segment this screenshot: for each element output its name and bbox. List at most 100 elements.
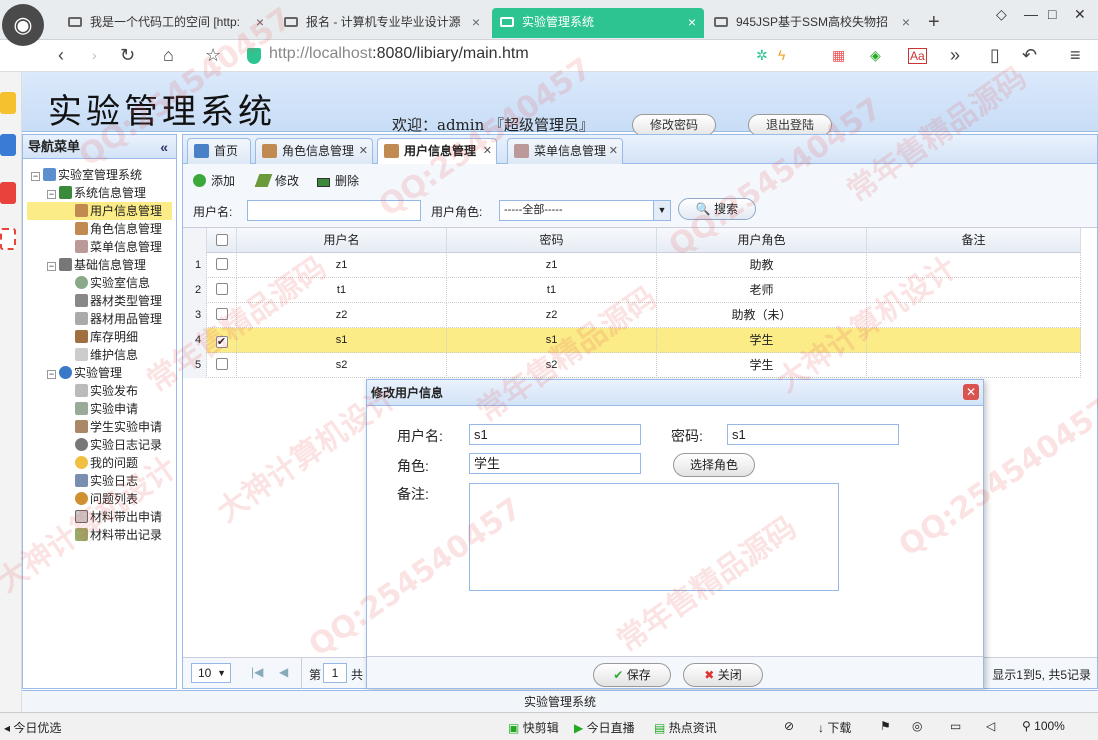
flag-icon[interactable]: ⚑: [880, 719, 891, 733]
dialog-username-input[interactable]: s1: [469, 424, 641, 445]
row-checkbox[interactable]: ✔: [215, 336, 228, 348]
page-size-select[interactable]: 10 ▼: [191, 663, 231, 683]
chevron-down-icon[interactable]: ▼: [653, 201, 670, 220]
volume-icon[interactable]: ◁: [986, 719, 995, 733]
back-icon[interactable]: ‹: [58, 44, 64, 66]
delete-button[interactable]: 删除: [317, 172, 359, 190]
close-icon[interactable]: ✕: [483, 139, 492, 163]
status-item-clip[interactable]: ▣ 快剪辑: [508, 719, 559, 736]
nav-item-user-management[interactable]: 用户信息管理: [27, 202, 172, 220]
status-item-download[interactable]: ↓ 下载: [818, 719, 851, 736]
close-icon[interactable]: ✕: [359, 139, 368, 163]
news-icon[interactable]: [0, 134, 16, 156]
save-button[interactable]: ✔ 保存: [593, 663, 671, 687]
edit-button[interactable]: 修改: [254, 172, 299, 190]
row-checkbox[interactable]: [215, 308, 228, 320]
table-row[interactable]: 1 z1 z1 助教: [183, 253, 1081, 278]
close-button[interactable]: ✖ 关闭: [683, 663, 763, 687]
nav-item-experiment-log[interactable]: 实验日志: [75, 472, 138, 490]
collapse-toggle-icon[interactable]: −: [31, 172, 40, 181]
favorites-icon[interactable]: [0, 92, 16, 114]
window-close-button[interactable]: ✕: [1074, 6, 1086, 23]
column-header-password[interactable]: 密码: [447, 228, 657, 253]
browser-mode-icon[interactable]: ◎: [912, 719, 922, 733]
choose-role-button[interactable]: 选择角色: [673, 453, 755, 477]
logout-button[interactable]: 退出登陆: [748, 114, 832, 136]
undo-icon[interactable]: ↶: [1022, 44, 1037, 66]
close-icon[interactable]: ×: [256, 8, 264, 36]
column-header-role[interactable]: 用户角色: [657, 228, 867, 253]
browser-tab-1[interactable]: 我是一个代码工的空间 [http: ×: [60, 8, 272, 38]
dialog-note-textarea[interactable]: [469, 483, 839, 591]
change-password-button[interactable]: 修改密码: [632, 114, 716, 136]
dialog-role-input[interactable]: 学生: [469, 453, 641, 474]
row-checkbox[interactable]: [215, 283, 228, 295]
lightning-icon[interactable]: ϟ: [778, 44, 785, 66]
first-page-icon[interactable]: |◀: [251, 665, 263, 679]
collapse-icon[interactable]: «: [160, 135, 168, 159]
tree-group-experiment[interactable]: − 实验管理: [47, 364, 122, 382]
username-search-input[interactable]: [247, 200, 421, 221]
tree-root[interactable]: − 实验室管理系统: [31, 166, 142, 184]
phone-icon[interactable]: ▯: [990, 44, 1000, 66]
prev-page-icon[interactable]: ◀: [279, 665, 288, 679]
table-row[interactable]: 2 t1 t1 老师: [183, 278, 1081, 303]
search-button[interactable]: 🔍 搜索: [678, 198, 756, 220]
zoom-level[interactable]: ⚲ 100%: [1022, 719, 1065, 733]
new-tab-button[interactable]: +: [928, 8, 940, 36]
mail-icon[interactable]: [0, 228, 16, 250]
skin-icon[interactable]: ◇: [996, 6, 1007, 23]
dialog-close-icon[interactable]: ✕: [963, 384, 979, 400]
nav-item-lab-info[interactable]: 实验室信息: [75, 274, 150, 292]
close-icon[interactable]: ×: [688, 8, 696, 36]
row-checkbox[interactable]: [215, 358, 228, 370]
nav-item-material-out-apply[interactable]: 材料带出申请: [75, 508, 162, 526]
minimize-button[interactable]: —: [1024, 6, 1038, 22]
menu-icon[interactable]: ≡: [1070, 44, 1081, 66]
browser-logo-icon[interactable]: ◉: [2, 4, 44, 46]
status-item-live[interactable]: ▶ 今日直播: [574, 719, 635, 736]
speed-icon[interactable]: ✲: [756, 44, 768, 66]
translate-icon[interactable]: Aa: [908, 48, 927, 64]
row-checkbox[interactable]: [215, 258, 228, 270]
favorite-star-icon[interactable]: ☆: [205, 44, 221, 66]
nav-item-log-record[interactable]: 实验日志记录: [75, 436, 162, 454]
url-field[interactable]: http://localhost:8080/libiary/main.htm: [243, 43, 733, 69]
screen-icon[interactable]: ▭: [950, 719, 961, 733]
apps-icon[interactable]: ▦: [832, 44, 845, 66]
column-header-username[interactable]: 用户名: [237, 228, 447, 253]
browser-tab-4[interactable]: 945JSP基于SSM高校失物招 ×: [706, 8, 918, 38]
tab-home[interactable]: 首页: [187, 138, 251, 164]
close-icon[interactable]: ×: [472, 8, 480, 36]
column-header-note[interactable]: 备注: [867, 228, 1081, 253]
table-row[interactable]: 5 s2 s2 学生: [183, 353, 1081, 378]
tree-group-basic[interactable]: − 基础信息管理: [47, 256, 146, 274]
browser-tab-2[interactable]: 报名 - 计算机专业毕业设计源 ×: [276, 8, 488, 38]
nav-item-menu-management[interactable]: 菜单信息管理: [75, 238, 162, 256]
nav-item-question-list[interactable]: 问题列表: [75, 490, 138, 508]
status-item-news[interactable]: ▤ 热点资讯: [654, 719, 717, 736]
nav-item-stock-detail[interactable]: 库存明细: [75, 328, 138, 346]
nav-item-student-apply[interactable]: 学生实验申请: [75, 418, 162, 436]
forward-icon[interactable]: ›: [92, 44, 97, 66]
today-picks[interactable]: ◂ 今日优选: [4, 719, 61, 736]
maximize-button[interactable]: □: [1048, 6, 1056, 22]
select-all-checkbox[interactable]: [215, 234, 228, 246]
nav-item-experiment-publish[interactable]: 实验发布: [75, 382, 138, 400]
block-icon[interactable]: ⊘: [784, 719, 794, 733]
collapse-toggle-icon[interactable]: −: [47, 370, 56, 379]
tab-user-management[interactable]: 用户信息管理 ✕: [377, 138, 497, 165]
reload-icon[interactable]: ↻: [120, 44, 135, 66]
table-row[interactable]: 4 ✔ s1 s1 学生: [183, 328, 1081, 353]
tab-menu-management[interactable]: 菜单信息管理 ✕: [507, 138, 623, 164]
browser-tab-3[interactable]: 实验管理系统 ×: [492, 8, 704, 38]
home-icon[interactable]: ⌂: [163, 44, 174, 66]
role-select[interactable]: -----全部----- ▼: [499, 200, 671, 221]
collapse-toggle-icon[interactable]: −: [47, 190, 56, 199]
security-icon[interactable]: ◈: [870, 44, 881, 66]
nav-item-material-out-record[interactable]: 材料带出记录: [75, 526, 162, 544]
tree-group-system[interactable]: − 系统信息管理: [47, 184, 146, 202]
nav-item-equipment-type[interactable]: 器材类型管理: [75, 292, 162, 310]
tab-role-management[interactable]: 角色信息管理 ✕: [255, 138, 373, 164]
weibo-icon[interactable]: [0, 182, 16, 204]
